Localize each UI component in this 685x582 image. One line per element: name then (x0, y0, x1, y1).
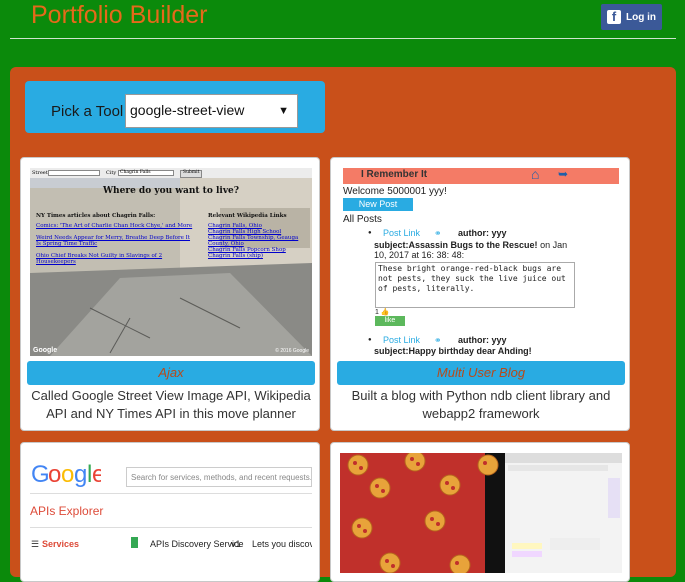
service-name[interactable]: APIs Discovery Service (150, 539, 244, 549)
thumbs-up-icon: 👍 (380, 309, 390, 316)
service-version: v1 (231, 539, 241, 549)
like-button[interactable]: like (375, 316, 405, 326)
nyt-link[interactable]: Ohio Chief Breaks Not Guilty in Slavings… (36, 253, 196, 265)
city-input[interactable]: Chagrin Falls (118, 170, 174, 176)
street-view-screenshot[interactable]: Street City Chagrin Falls Submit Where d… (30, 168, 312, 356)
welcome-text: Welcome 5000001 yyy! (343, 186, 447, 197)
nyt-link[interactable]: Comics: 'The Art of Charlie Chan Hock Ch… (36, 223, 196, 229)
new-post-button[interactable]: New Post (343, 198, 413, 211)
svg-text:o: o (48, 461, 61, 488)
google-logo: G o o g l e (31, 461, 101, 488)
multi-user-blog-button[interactable]: Multi User Blog (337, 361, 625, 385)
svg-text:o: o (61, 461, 74, 488)
svg-text:g: g (74, 461, 87, 488)
tool-picker-label: Pick a Tool (51, 103, 124, 120)
pizza-screenshot[interactable] (340, 453, 622, 573)
wiki-heading: Relevant Wikipedia Links (208, 213, 287, 219)
api-search-input[interactable]: Search for services, methods, and recent… (126, 467, 312, 487)
project-card-blog: I Remember It ⌂ ➥ Welcome 5000001 yyy! N… (330, 157, 630, 431)
facebook-login-button[interactable]: f Log in (601, 4, 662, 30)
apis-explorer-heading: APIs Explorer (30, 504, 104, 518)
post-author: author: yyy (458, 228, 507, 238)
service-description: Lets you discover inf (252, 539, 312, 549)
page-title: Portfolio Builder (31, 1, 208, 29)
post-subject: subject:Happy birthday dear Ahding! (374, 346, 532, 356)
ajax-description: Called Google Street View Image API, Wik… (31, 388, 311, 421)
pizza-graphic (347, 453, 622, 573)
all-posts-heading: All Posts (343, 214, 382, 225)
services-tab[interactable]: Services (42, 539, 79, 549)
city-label: City (106, 170, 117, 176)
header-divider (10, 38, 676, 39)
blog-description: Built a blog with Python ndb client libr… (351, 388, 611, 421)
tool-picker: Pick a Tool google-street-view ▼ (25, 81, 325, 133)
tool-select[interactable]: google-street-view ▼ (125, 94, 298, 128)
submit-button[interactable]: Submit (180, 170, 203, 178)
copyright-text: © 2016 Google (275, 348, 309, 354)
wiki-link[interactable]: Chagrin Falls (ship) (208, 253, 308, 259)
apis-explorer-screenshot[interactable]: G o o g l e Search for services, methods… (30, 453, 312, 573)
ajax-button[interactable]: Ajax (27, 361, 315, 385)
nyt-heading: NY Times articles about Chagrin Falls: (36, 213, 156, 219)
facebook-icon: f (607, 10, 621, 24)
link-icon: ⚭ (434, 228, 442, 238)
post-link[interactable]: Post Link (383, 335, 420, 345)
post-author: author: yyy (458, 335, 507, 345)
home-icon[interactable]: ⌂ (531, 168, 539, 182)
nyt-link[interactable]: Weird Needs Appear for Merry, Breathe De… (36, 235, 196, 247)
blog-screenshot[interactable]: I Remember It ⌂ ➥ Welcome 5000001 yyy! N… (340, 168, 622, 356)
link-icon: ⚭ (434, 335, 442, 345)
svg-text:G: G (31, 461, 50, 488)
post-link[interactable]: Post Link (383, 228, 420, 238)
post-body: These bright orange-red-black bugs are n… (375, 262, 575, 308)
post-subject: subject:Assassin Bugs to the Rescue! (374, 240, 538, 250)
street-label: Street (32, 170, 48, 176)
dropdown-arrow-icon: ▼ (278, 105, 289, 117)
wiki-link[interactable]: Chagrin Falls Township, Geauga County, O… (208, 235, 308, 247)
tool-select-value: google-street-view (130, 102, 245, 118)
facebook-login-label: Log in (626, 11, 656, 23)
project-card-apis-explorer: G o o g l e Search for services, methods… (20, 442, 320, 582)
blog-brand: I Remember It (361, 169, 428, 180)
street-input[interactable] (48, 170, 100, 176)
google-watermark: Google (33, 347, 58, 354)
service-icon (131, 537, 138, 548)
planner-heading: Where do you want to live? (102, 186, 240, 196)
project-card-pizza (330, 442, 630, 582)
like-count: 1 (375, 309, 379, 316)
logout-icon[interactable]: ➥ (558, 168, 568, 181)
svg-text:e: e (92, 461, 101, 488)
project-card-ajax: Street City Chagrin Falls Submit Where d… (20, 157, 320, 431)
list-icon: ☰ (31, 539, 40, 549)
